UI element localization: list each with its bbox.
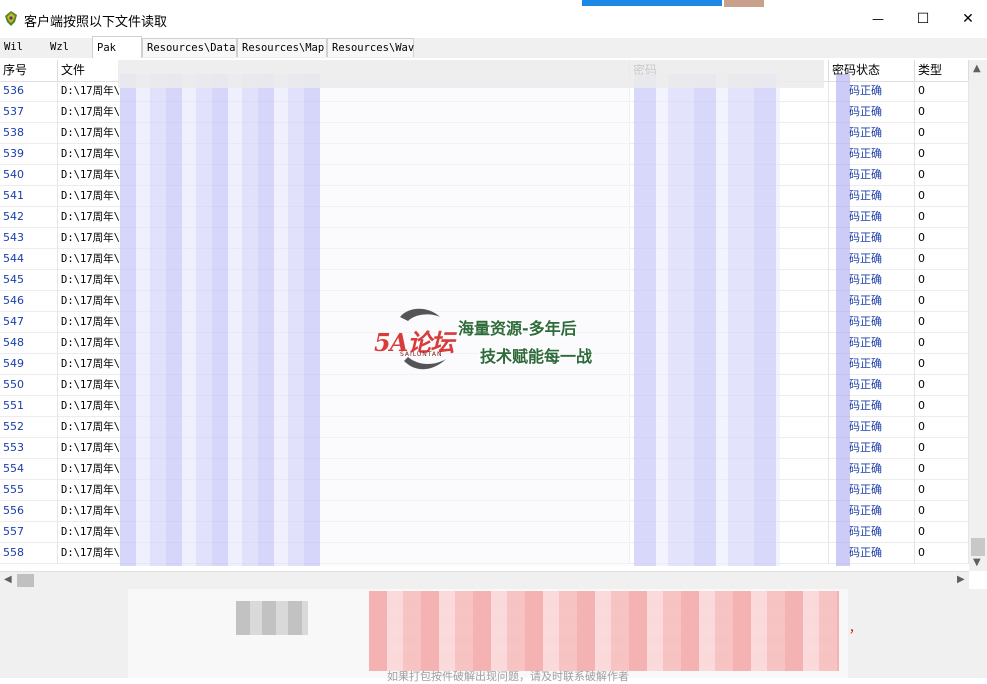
horizontal-scrollbar[interactable]: ◀ ▶ [0, 571, 969, 589]
minimize-button[interactable]: — [855, 0, 901, 38]
redaction-mosaic-status [836, 74, 850, 566]
row-index: 554 [0, 459, 58, 480]
redaction-mosaic-file [120, 74, 320, 566]
row-type: 0 [915, 543, 969, 564]
tab-bar: Wil Wzl Pak Resources\Data Resources\Map… [0, 36, 987, 96]
row-type: 0 [915, 375, 969, 396]
column-header-index[interactable]: 序号 [0, 60, 58, 81]
horizontal-scroll-thumb[interactable] [17, 574, 34, 587]
row-type: 0 [915, 207, 969, 228]
scroll-up-icon[interactable]: ▲ [973, 63, 981, 74]
maximize-button[interactable]: ☐ [900, 0, 946, 38]
row-type: 0 [915, 144, 969, 165]
row-type: 0 [915, 438, 969, 459]
row-index: 557 [0, 522, 58, 543]
row-type: 0 [915, 249, 969, 270]
vertical-scroll-thumb[interactable] [971, 538, 985, 556]
scroll-left-icon[interactable]: ◀ [4, 574, 12, 585]
minimize-icon: — [872, 12, 884, 26]
row-type: 0 [915, 459, 969, 480]
row-index: 541 [0, 186, 58, 207]
close-icon: ✕ [962, 11, 974, 27]
row-type: 0 [915, 123, 969, 144]
row-type: 0 [915, 501, 969, 522]
row-index: 543 [0, 228, 58, 249]
row-index: 539 [0, 144, 58, 165]
row-index: 550 [0, 375, 58, 396]
tab-resources-data[interactable]: Resources\Data [142, 38, 237, 57]
row-type: 0 [915, 312, 969, 333]
row-type: 0 [915, 522, 969, 543]
close-button[interactable]: ✕ [945, 0, 987, 38]
app-icon [5, 11, 17, 26]
tab-resources-map[interactable]: Resources\Map [237, 38, 327, 57]
row-type: 0 [915, 291, 969, 312]
row-index: 556 [0, 501, 58, 522]
row-index: 547 [0, 312, 58, 333]
row-index: 538 [0, 123, 58, 144]
scroll-down-icon[interactable]: ▼ [973, 557, 981, 568]
row-type: 0 [915, 186, 969, 207]
watermark-slogan-1: 海量资源-多年后 [458, 319, 577, 338]
background-taskbar-strip [582, 0, 722, 6]
row-index: 549 [0, 354, 58, 375]
row-type: 0 [915, 270, 969, 291]
row-index: 555 [0, 480, 58, 501]
watermark-logo-sub: SAILUNTAN [400, 351, 443, 358]
row-type: 0 [915, 333, 969, 354]
watermark-slogan-2: 技术赋能每一战 [480, 347, 593, 366]
row-index: 540 [0, 165, 58, 186]
row-type: 0 [915, 228, 969, 249]
vertical-scrollbar[interactable]: ▲ ▼ [969, 60, 987, 571]
column-header-type[interactable]: 类型 [915, 60, 969, 81]
row-index: 537 [0, 102, 58, 123]
row-index: 553 [0, 438, 58, 459]
tab-wil[interactable]: Wil [0, 38, 44, 57]
maximize-icon: ☐ [916, 11, 930, 27]
bottom-red-text: ， [849, 621, 862, 635]
row-index: 558 [0, 543, 58, 564]
title-bar: 客户端按照以下文件读取 — ☐ ✕ [0, 0, 987, 38]
row-type: 0 [915, 396, 969, 417]
window-title: 客户端按照以下文件读取 [24, 15, 168, 30]
redaction-mosaic-gray [236, 601, 308, 635]
row-index: 546 [0, 291, 58, 312]
bottom-note-text: 如果打包按件破解出现问题，请及时联系破解作者 [387, 670, 629, 683]
row-type: 0 [915, 81, 969, 102]
tab-wzl[interactable]: Wzl [46, 38, 90, 57]
redaction-mosaic-password [634, 74, 780, 566]
row-index: 552 [0, 417, 58, 438]
forum-watermark: 5A论坛 SAILUNTAN 海量资源-多年后 技术赋能每一战 [374, 303, 614, 375]
row-type: 0 [915, 354, 969, 375]
background-avatar-strip [724, 0, 764, 7]
row-index: 545 [0, 270, 58, 291]
bottom-info-panel: ， 如果打包按件破解出现问题，请及时联系破解作者 [0, 589, 987, 683]
row-type: 0 [915, 165, 969, 186]
tab-resources-wav[interactable]: Resources\Wav [327, 38, 414, 57]
scroll-right-icon[interactable]: ▶ [957, 574, 965, 585]
row-index: 551 [0, 396, 58, 417]
row-index: 542 [0, 207, 58, 228]
row-index: 548 [0, 333, 58, 354]
tab-pak[interactable]: Pak [92, 36, 142, 58]
row-type: 0 [915, 102, 969, 123]
row-index: 536 [0, 81, 58, 102]
redaction-mosaic-red [369, 591, 839, 671]
row-type: 0 [915, 480, 969, 501]
row-index: 544 [0, 249, 58, 270]
row-type: 0 [915, 417, 969, 438]
redaction-veil-header [118, 60, 824, 88]
